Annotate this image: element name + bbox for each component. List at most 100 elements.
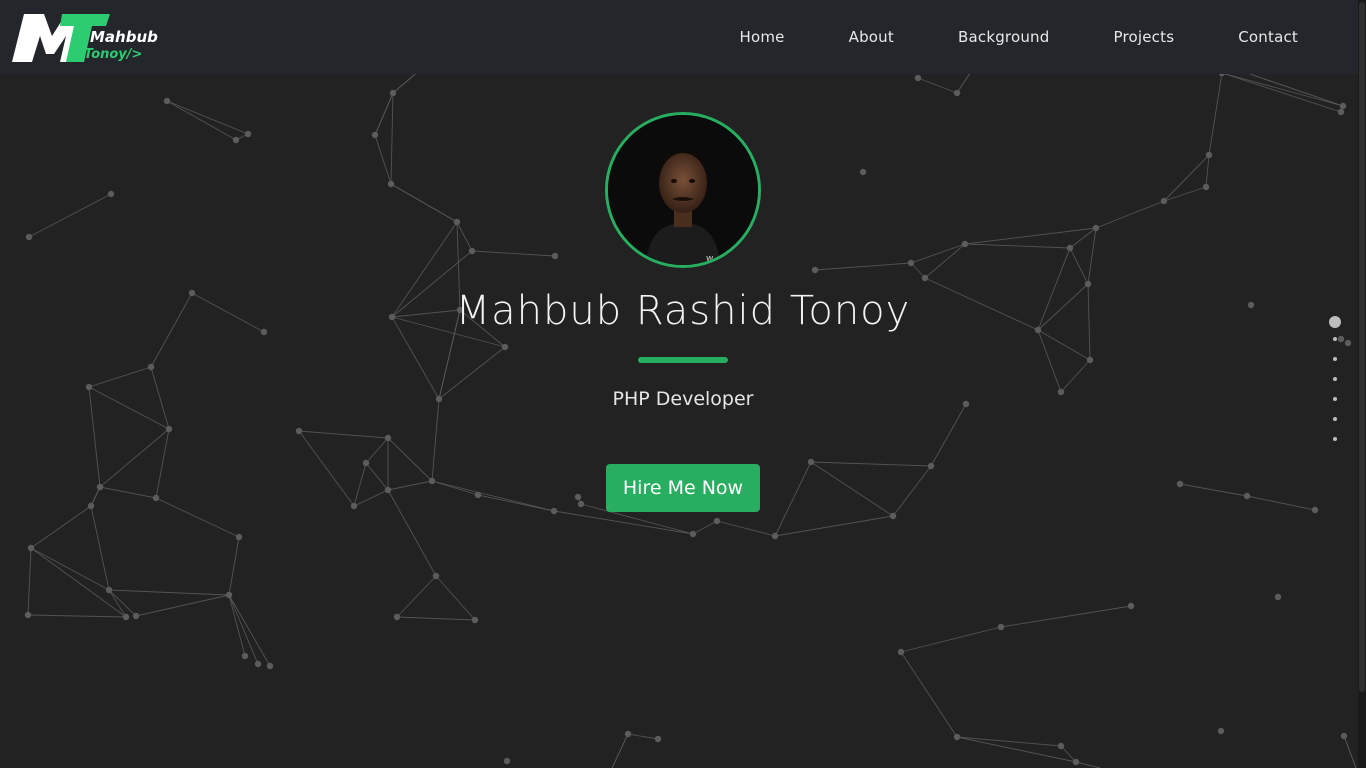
network-link	[1163, 154, 1210, 202]
network-link	[108, 589, 230, 596]
network-node	[1274, 593, 1282, 601]
network-node	[501, 343, 509, 351]
network-node	[232, 136, 240, 144]
network-node	[1127, 602, 1135, 610]
network-node	[574, 493, 582, 501]
network-node	[122, 613, 130, 621]
network-node	[1339, 102, 1347, 110]
network-node	[859, 168, 867, 176]
network-link	[390, 92, 394, 185]
network-link	[611, 733, 629, 768]
network-link	[774, 515, 894, 537]
nav-item-projects[interactable]: Projects	[1113, 28, 1174, 46]
network-node	[132, 612, 140, 620]
network-link	[1037, 329, 1062, 393]
section-dot-3[interactable]	[1333, 357, 1337, 361]
network-link	[1179, 483, 1248, 497]
section-dot-5[interactable]	[1333, 397, 1337, 401]
section-dot-1[interactable]	[1329, 316, 1341, 328]
network-link	[155, 497, 240, 538]
network-node	[689, 530, 697, 538]
network-node	[961, 240, 969, 248]
network-node	[152, 494, 160, 502]
network-node	[432, 572, 440, 580]
network-node	[27, 544, 35, 552]
network-node	[1205, 151, 1213, 159]
network-link	[431, 398, 440, 482]
network-node	[87, 502, 95, 510]
network-link	[155, 428, 170, 499]
section-dot-6[interactable]	[1333, 417, 1337, 421]
network-link	[365, 462, 389, 491]
network-link	[964, 243, 1071, 249]
network-node	[577, 500, 585, 508]
network-link	[228, 536, 240, 596]
network-node	[96, 483, 104, 491]
network-node	[474, 491, 482, 499]
network-link	[30, 505, 92, 549]
network-link	[374, 92, 394, 136]
network-link	[353, 462, 367, 507]
network-node	[295, 427, 303, 435]
network-link	[99, 486, 157, 499]
network-node	[1084, 280, 1092, 288]
network-node	[393, 613, 401, 621]
scrollbar[interactable]	[1358, 0, 1366, 768]
network-node	[1057, 742, 1065, 750]
network-node	[551, 252, 559, 260]
network-link	[228, 594, 271, 667]
network-node	[371, 131, 379, 139]
nav-item-home[interactable]: Home	[740, 28, 785, 46]
network-node	[1311, 506, 1319, 514]
nav-item-contact[interactable]: Contact	[1238, 28, 1298, 46]
section-dot-4[interactable]	[1333, 377, 1337, 381]
network-link	[390, 183, 458, 223]
network-link	[30, 547, 127, 618]
network-node	[1092, 224, 1100, 232]
network-node	[1337, 108, 1345, 116]
network-node	[550, 507, 558, 515]
network-node	[350, 502, 358, 510]
network-node	[953, 89, 961, 97]
network-node	[25, 233, 33, 241]
nav-item-background[interactable]: Background	[958, 28, 1050, 46]
section-dot-7[interactable]	[1333, 437, 1337, 441]
network-link	[1075, 761, 1101, 768]
hire-me-button[interactable]: Hire Me Now	[606, 464, 760, 512]
network-link	[1343, 735, 1357, 768]
network-link	[365, 437, 389, 464]
network-node	[254, 660, 262, 668]
network-node	[105, 586, 113, 594]
scrollbar-thumb[interactable]	[1359, 2, 1365, 692]
network-link	[30, 547, 110, 591]
network-node	[927, 462, 935, 470]
network-link	[396, 575, 437, 618]
network-node	[387, 180, 395, 188]
network-link	[774, 461, 812, 537]
network-link	[1221, 72, 1344, 107]
nav-item-about[interactable]: About	[849, 28, 894, 46]
network-node	[362, 459, 370, 467]
network-link	[477, 494, 555, 512]
network-node	[165, 425, 173, 433]
network-link	[456, 221, 473, 252]
network-node	[235, 533, 243, 541]
network-node	[503, 757, 511, 765]
network-node	[1340, 732, 1348, 740]
network-node	[771, 532, 779, 540]
network-node	[921, 274, 929, 282]
section-dot-2[interactable]	[1333, 337, 1337, 341]
network-node	[147, 363, 155, 371]
network-link	[471, 250, 556, 257]
network-link	[88, 366, 152, 388]
network-node	[428, 477, 436, 485]
network-node	[811, 266, 819, 274]
avatar: w	[605, 112, 761, 268]
network-node	[953, 733, 961, 741]
network-link	[431, 480, 555, 512]
site-logo[interactable]: Mahbub Tonoy/>	[10, 10, 170, 66]
network-node	[889, 512, 897, 520]
network-node	[624, 730, 632, 738]
hero-name: Mahbub Rashid Tonoy	[455, 288, 911, 334]
network-link	[924, 243, 966, 279]
